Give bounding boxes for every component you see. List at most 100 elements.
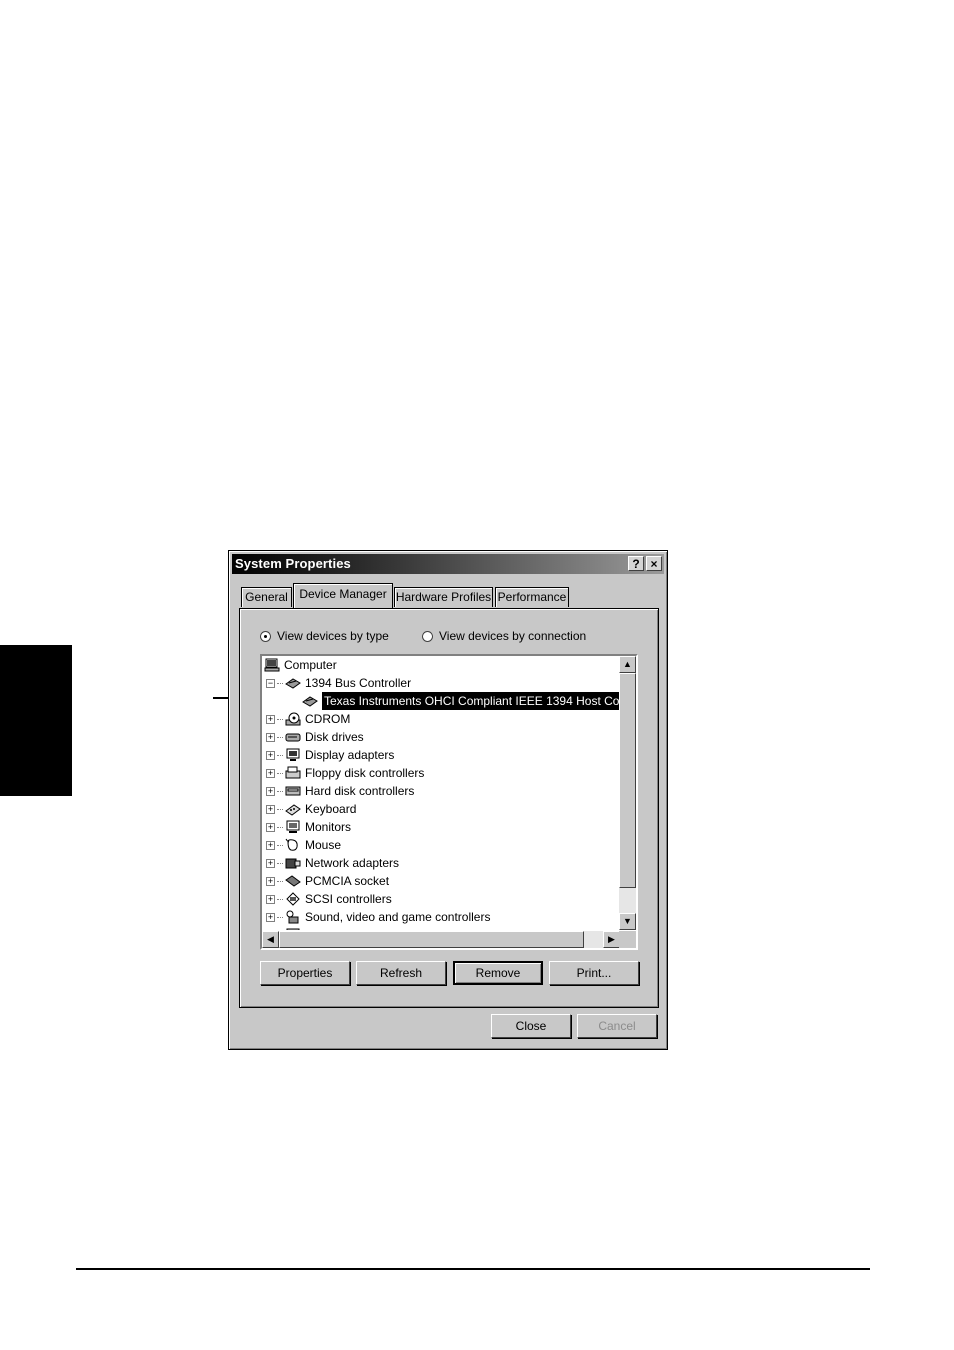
device-manager-panel: View devices by type View devices by con… xyxy=(239,608,659,1008)
scsi-icon xyxy=(285,892,301,906)
expand-icon[interactable]: + xyxy=(266,840,275,850)
expand-icon[interactable]: + xyxy=(266,876,275,886)
tree-item[interactable]: + Sound, video and game controllers xyxy=(266,908,490,926)
tree-item-label: Monitors xyxy=(305,820,352,834)
cdrom-icon xyxy=(285,712,301,726)
scroll-left-icon[interactable]: ◀ xyxy=(262,931,279,948)
tree-item-label: PCMCIA socket xyxy=(305,874,390,888)
tab-hardware-profiles[interactable]: Hardware Profiles xyxy=(394,587,493,607)
tree-item-label: 1394 Bus Controller xyxy=(305,676,412,690)
vertical-scroll-thumb[interactable] xyxy=(619,673,636,888)
title-bar: System Properties ? × xyxy=(232,554,664,574)
tree-item-label: Display adapters xyxy=(305,748,395,762)
keyboard-icon xyxy=(285,802,301,816)
tree-connector xyxy=(277,826,283,828)
tree-connector xyxy=(277,790,283,792)
horizontal-scroll-thumb[interactable] xyxy=(279,931,584,948)
tab-performance[interactable]: Performance xyxy=(495,587,569,607)
monitor-icon xyxy=(285,820,301,834)
tree-item-label: Mouse xyxy=(305,838,342,852)
tree-item[interactable]: + CDROM xyxy=(266,710,350,728)
view-by-type-label: View devices by type xyxy=(277,629,389,643)
floppy-icon xyxy=(285,766,301,780)
tree-item-label: Computer xyxy=(284,658,337,672)
expand-icon[interactable]: + xyxy=(266,732,275,742)
expand-icon[interactable]: + xyxy=(266,804,275,814)
tree-connector xyxy=(277,772,283,774)
radio-by-connection[interactable] xyxy=(422,630,433,642)
disk-drive-icon xyxy=(285,730,301,744)
tree-item[interactable]: +System devices xyxy=(266,926,389,930)
remove-button[interactable]: Remove xyxy=(453,961,543,985)
tree-item-label: Texas Instruments OHCI Compliant IEEE 13… xyxy=(322,692,620,710)
close-button[interactable]: Close xyxy=(491,1014,571,1038)
expand-icon[interactable]: + xyxy=(266,750,275,760)
pcmcia-icon xyxy=(285,874,301,888)
tab-general[interactable]: General xyxy=(241,587,292,607)
tree-item-label: Disk drives xyxy=(305,730,364,744)
properties-button[interactable]: Properties xyxy=(260,961,350,985)
expand-icon[interactable]: + xyxy=(266,768,275,778)
expand-icon[interactable]: + xyxy=(266,786,275,796)
radio-by-type[interactable] xyxy=(260,630,271,642)
horizontal-scrollbar[interactable]: ◀ ▶ xyxy=(262,931,620,948)
tree-item-label: SCSI controllers xyxy=(305,892,392,906)
collapse-icon[interactable]: − xyxy=(266,678,275,688)
tree-item[interactable]: + SCSI controllers xyxy=(266,890,392,908)
expand-icon[interactable]: + xyxy=(266,822,275,832)
view-by-connection-option[interactable]: View devices by connection xyxy=(422,629,586,643)
tree-item-label: Sound, video and game controllers xyxy=(305,910,491,924)
device-tree[interactable]: Computer − 1394 Bus Controller Texas Instr… xyxy=(260,654,638,950)
expand-icon[interactable]: + xyxy=(266,714,275,724)
tree-item[interactable]: + Display adapters xyxy=(266,746,394,764)
print-button[interactable]: Print... xyxy=(549,961,639,985)
expand-icon[interactable]: + xyxy=(266,858,275,868)
tree-connector xyxy=(277,880,283,882)
mouse-icon xyxy=(285,838,301,852)
tree-connector xyxy=(277,718,283,720)
tree-connector xyxy=(277,682,283,684)
scroll-right-icon[interactable]: ▶ xyxy=(603,931,620,948)
tree-item-label: Keyboard xyxy=(305,802,357,816)
network-icon xyxy=(285,856,301,870)
tree-item-label: Hard disk controllers xyxy=(305,784,415,798)
cancel-button[interactable]: Cancel xyxy=(577,1014,657,1038)
tree-item-computer[interactable]: Computer xyxy=(264,656,337,674)
tree-item[interactable]: + Floppy disk controllers xyxy=(266,764,424,782)
tree-item[interactable]: + PCMCIA socket xyxy=(266,872,389,890)
refresh-button[interactable]: Refresh xyxy=(356,961,446,985)
tree-item[interactable]: + Network adapters xyxy=(266,854,399,872)
tree-item-label: System devices xyxy=(305,926,389,930)
tree-item[interactable]: + Mouse xyxy=(266,836,341,854)
tree-item-label: CDROM xyxy=(305,712,351,726)
tree-item[interactable]: − 1394 Bus Controller xyxy=(266,674,411,692)
hard-disk-icon xyxy=(285,784,301,798)
tree-item[interactable]: + Monitors xyxy=(266,818,351,836)
view-by-type-option[interactable]: View devices by type xyxy=(260,629,389,643)
chip-icon xyxy=(285,676,301,690)
tree-item-label: Network adapters xyxy=(305,856,400,870)
tree-item[interactable]: + Hard disk controllers xyxy=(266,782,414,800)
system-icon xyxy=(285,928,301,930)
display-icon xyxy=(285,748,301,762)
scroll-down-icon[interactable]: ▼ xyxy=(619,913,636,930)
computer-icon xyxy=(264,658,280,672)
tree-item[interactable]: + Disk drives xyxy=(266,728,364,746)
vertical-scrollbar[interactable]: ▲ ▼ xyxy=(619,656,636,930)
scroll-up-icon[interactable]: ▲ xyxy=(619,656,636,673)
help-button[interactable]: ? xyxy=(628,556,644,571)
view-by-connection-label: View devices by connection xyxy=(439,629,587,643)
expand-icon[interactable]: + xyxy=(266,894,275,904)
system-properties-dialog: System Properties ? × General Device Man… xyxy=(228,550,668,1050)
tree-item[interactable]: + Keyboard xyxy=(266,800,356,818)
tree-connector xyxy=(277,898,283,900)
tab-device-manager[interactable]: Device Manager xyxy=(293,583,393,608)
tree-connector xyxy=(277,916,283,918)
tree-item[interactable]: Texas Instruments OHCI Compliant IEEE 13… xyxy=(302,692,620,710)
tree-connector xyxy=(277,736,283,738)
dialog-title: System Properties xyxy=(235,556,351,571)
expand-icon[interactable]: + xyxy=(266,912,275,922)
sound-icon xyxy=(285,910,301,924)
tree-connector xyxy=(277,862,283,864)
close-icon[interactable]: × xyxy=(646,556,662,571)
